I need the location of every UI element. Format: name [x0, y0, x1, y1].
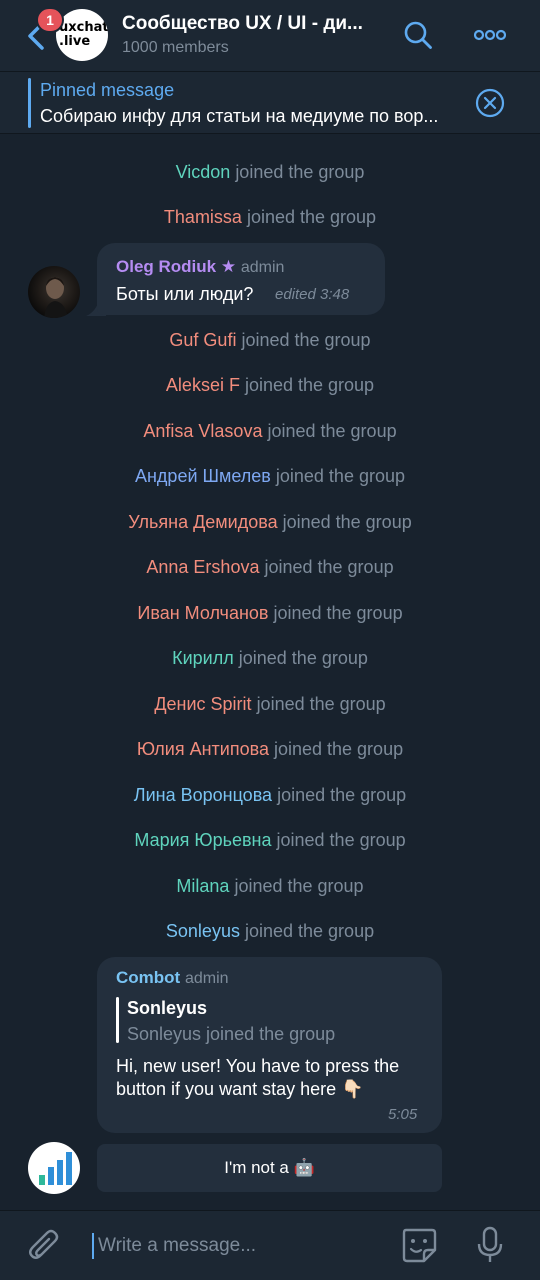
join-text: joined the group [241, 330, 371, 350]
join-notification: Денис Spirit joined the group [0, 694, 540, 715]
group-logo: uxchat .live [59, 20, 108, 49]
join-notification: Thamissa joined the group [0, 207, 540, 228]
join-text: joined the group [234, 876, 364, 896]
join-text: joined the group [264, 557, 394, 577]
message-meta: edited 3:48 [275, 286, 350, 303]
microphone-icon[interactable] [476, 1226, 504, 1264]
more-options-icon[interactable] [474, 28, 506, 42]
join-notification: Юлия Антипова joined the group [0, 739, 540, 760]
not-a-robot-button[interactable]: I'm not a 🤖 [97, 1144, 442, 1192]
member-name[interactable]: Guf Gufi [169, 330, 236, 350]
join-notification: Лина Воронцова joined the group [0, 785, 540, 806]
member-name[interactable]: Thamissa [164, 207, 242, 227]
pinned-title: Pinned message [40, 80, 175, 100]
message-input[interactable] [92, 1233, 382, 1259]
join-text: joined the group [246, 207, 377, 227]
member-name[interactable]: Anfisa Vlasova [143, 421, 262, 441]
join-text: joined the group [282, 512, 412, 532]
join-text: joined the group [273, 603, 403, 623]
chat-header: uxchat .live 1 Сообщество UX / UI - ди..… [0, 0, 540, 72]
join-text: joined the group [235, 162, 365, 182]
member-name[interactable]: Sonleyus [166, 921, 240, 941]
join-text: joined the group [256, 694, 386, 714]
close-pinned-icon[interactable] [475, 88, 505, 118]
join-text: joined the group [277, 785, 407, 805]
message-time: 5:05 [388, 1106, 418, 1123]
member-name[interactable]: Андрей Шмелев [135, 466, 271, 486]
join-notification: Андрей Шмелев joined the group [0, 466, 540, 487]
reply-quote-bar [116, 997, 119, 1043]
join-notification: Vicdon joined the group [0, 162, 540, 183]
reply-quote-title: Sonleyus [127, 998, 208, 1018]
pinned-accent-bar [28, 78, 31, 128]
join-text: joined the group [276, 830, 406, 850]
member-name[interactable]: Мария Юрьевна [134, 830, 271, 850]
join-notification: Anna Ershova joined the group [0, 557, 540, 578]
message-text: Боты или люди? [116, 284, 254, 304]
join-notification: Ульяна Демидова joined the group [0, 512, 540, 533]
join-notification: Anfisa Vlasova joined the group [0, 421, 540, 442]
member-name[interactable]: Денис Spirit [154, 694, 251, 714]
search-icon[interactable] [403, 20, 433, 50]
member-name[interactable]: Anna Ershova [146, 557, 259, 577]
sender-name: Oleg Rodiuk [116, 257, 217, 276]
sticker-icon[interactable] [400, 1226, 438, 1264]
message-sender[interactable]: Oleg Rodiuk ★ admin [116, 257, 284, 277]
join-notification: Кирилл joined the group [0, 648, 540, 669]
pinned-message-bar[interactable]: Pinned message Собираю инфу для статьи н… [0, 72, 540, 134]
sender-name: Combot [116, 968, 181, 987]
unread-badge: 1 [36, 7, 64, 33]
join-notification: Guf Gufi joined the group [0, 330, 540, 351]
bar-chart-logo-icon [39, 1152, 72, 1185]
join-notification: Иван Молчанов joined the group [0, 603, 540, 624]
member-name[interactable]: Ульяна Демидова [128, 512, 277, 532]
pinned-text: Собираю инфу для статьи на медиуме по во… [40, 106, 439, 126]
join-text: joined the group [267, 421, 397, 441]
member-name[interactable]: Юлия Антипова [137, 739, 269, 759]
bot-avatar[interactable] [28, 1142, 80, 1194]
join-notification: Aleksei F joined the group [0, 375, 540, 396]
join-notification: Sonleyus joined the group [0, 921, 540, 942]
member-count: 1000 members [122, 39, 229, 56]
bot-sender[interactable]: Combot admin [116, 968, 229, 988]
member-name[interactable]: Vicdon [176, 162, 231, 182]
star-icon: ★ [220, 257, 237, 276]
join-text: joined the group [275, 466, 405, 486]
member-name[interactable]: Иван Молчанов [137, 603, 268, 623]
join-notification: Milana joined the group [0, 876, 540, 897]
member-name[interactable]: Кирилл [172, 648, 234, 668]
member-name[interactable]: Milana [176, 876, 229, 896]
member-name[interactable]: Aleksei F [166, 375, 240, 395]
bot-message-text: Hi, new user! You have to press the butt… [116, 1056, 400, 1099]
user-avatar[interactable] [28, 266, 80, 318]
join-text: joined the group [244, 921, 375, 941]
join-text: joined the group [273, 739, 404, 759]
join-text: joined the group [244, 375, 375, 395]
chat-title[interactable]: Сообщество UX / UI - ди... [122, 13, 382, 35]
paperclip-icon[interactable] [26, 1226, 62, 1264]
sender-role: admin [240, 259, 285, 276]
person-photo-icon [44, 277, 68, 318]
member-name[interactable]: Лина Воронцова [134, 785, 272, 805]
join-notification: Мария Юрьевна joined the group [0, 830, 540, 851]
reply-quote-text: Sonleyus joined the group [127, 1024, 336, 1044]
sender-role: admin [184, 970, 229, 987]
join-text: joined the group [238, 648, 368, 668]
